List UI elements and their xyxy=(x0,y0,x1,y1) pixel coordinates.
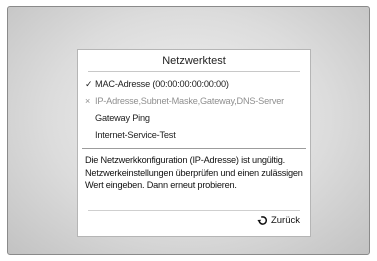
check-item-gateway-ping: ✓Gateway Ping xyxy=(85,110,307,127)
back-button[interactable]: Zurück xyxy=(257,215,300,226)
check-item-internet-service: ✓Internet-Service-Test xyxy=(85,127,307,144)
checkmark-icon: ✓ xyxy=(85,79,93,89)
title-divider xyxy=(88,71,300,72)
cross-icon: × xyxy=(85,96,91,106)
return-arrow-icon xyxy=(257,215,268,226)
check-item-ip-settings: × IP-Adresse,Subnet-Maske,Gateway,DNS-Ser… xyxy=(85,93,307,110)
check-label: Internet-Service-Test xyxy=(95,130,176,140)
check-item-mac-address: ✓ MAC-Adresse (00:00:00:00:00:00) xyxy=(85,76,307,93)
test-checklist: ✓ MAC-Adresse (00:00:00:00:00:00) × IP-Adr… xyxy=(85,76,307,144)
network-test-dialog: Netzwerktest ✓ MAC-Adresse (00:00:00:00:0… xyxy=(77,49,311,237)
content-divider xyxy=(82,148,306,149)
check-label: MAC-Adresse (00:00:00:00:00:00) xyxy=(95,79,229,89)
back-label: Zurück xyxy=(270,215,300,226)
error-message: Die Netzwerkkonfiguration (IP-Adresse) i… xyxy=(85,155,303,190)
tv-screen: Netzwerktest ✓ MAC-Adresse (00:00:00:00:0… xyxy=(7,6,370,255)
check-label: Gateway Ping xyxy=(95,113,150,123)
check-label: IP-Adresse,Subnet-Maske,Gateway,DNS-Serv… xyxy=(95,96,285,106)
footer-divider xyxy=(88,210,300,211)
dialog-title: Netzwerktest xyxy=(162,55,226,67)
